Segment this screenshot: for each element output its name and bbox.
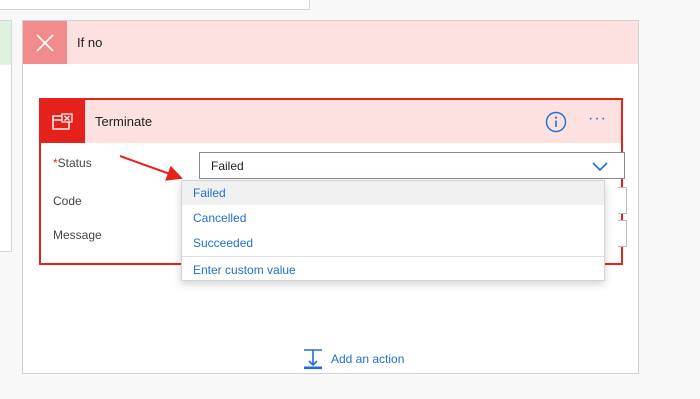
close-icon [23, 21, 67, 64]
terminate-icon [41, 100, 85, 143]
branch-title: If no [77, 35, 103, 50]
chevron-down-icon [592, 159, 608, 177]
status-selected-value: Failed [211, 159, 244, 173]
action-title: Terminate [95, 114, 153, 129]
option-succeeded[interactable]: Succeeded [182, 231, 604, 255]
options-divider [182, 256, 604, 257]
more-options-icon[interactable]: ··· [588, 108, 607, 130]
status-dropdown[interactable]: Failed [199, 152, 625, 179]
if-no-header[interactable]: If no [23, 21, 638, 64]
status-label-text: Status [57, 156, 92, 170]
status-options-list: Failed Cancelled Succeeded Enter custom … [181, 180, 605, 281]
add-action-label: Add an action [331, 352, 405, 366]
if-yes-header-strip [0, 21, 11, 65]
previous-card-edge [0, 0, 310, 10]
message-label: Message [53, 228, 102, 242]
add-step-icon [302, 348, 324, 375]
code-input[interactable] [618, 187, 627, 214]
if-yes-branch-edge [0, 20, 12, 252]
option-failed[interactable]: Failed [182, 181, 604, 205]
code-label: Code [53, 194, 82, 208]
option-cancelled[interactable]: Cancelled [182, 206, 604, 230]
terminate-header[interactable]: Terminate ··· [41, 100, 621, 143]
option-custom-value[interactable]: Enter custom value [182, 258, 604, 282]
message-input[interactable] [618, 220, 627, 247]
status-label: *Status [53, 156, 92, 170]
info-icon[interactable] [545, 111, 567, 133]
